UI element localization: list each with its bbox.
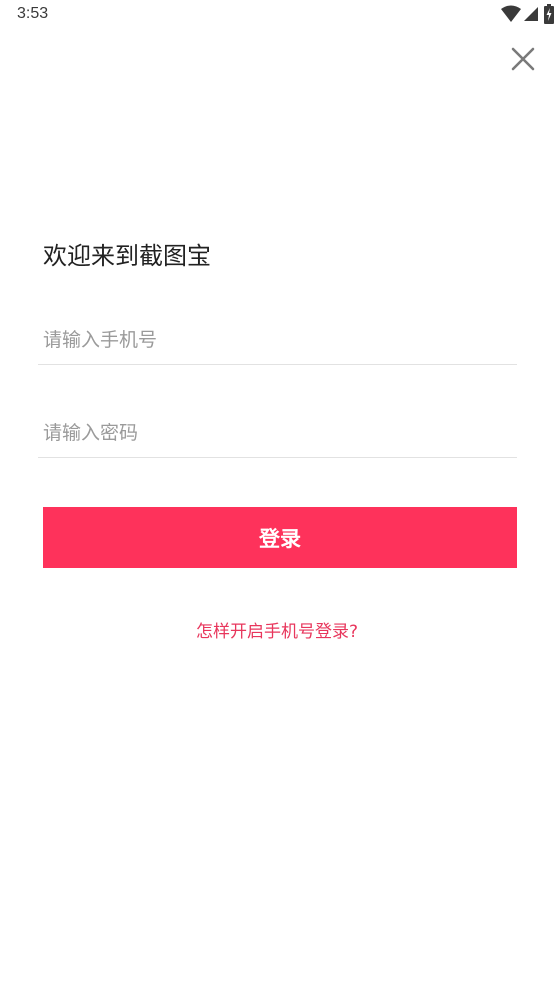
password-input[interactable] xyxy=(43,416,503,450)
phone-field xyxy=(38,309,517,365)
battery-charging-icon xyxy=(544,4,554,24)
cell-signal-icon xyxy=(523,6,539,22)
login-button[interactable]: 登录 xyxy=(43,507,517,568)
status-bar: 3:53 xyxy=(0,0,554,30)
password-field xyxy=(38,402,517,458)
wifi-icon xyxy=(500,5,522,23)
status-icons xyxy=(500,4,554,24)
phone-input[interactable] xyxy=(43,323,503,357)
status-time: 3:53 xyxy=(17,5,49,22)
close-button[interactable] xyxy=(508,46,538,76)
close-icon xyxy=(511,47,535,75)
welcome-title: 欢迎来到截图宝 xyxy=(43,242,211,270)
help-link[interactable]: 怎样开启手机号登录? xyxy=(0,617,554,642)
login-screen: 3:53 欢迎来到截图宝 请输入手机号 登录 怎样开启手机号登录? xyxy=(0,0,554,984)
